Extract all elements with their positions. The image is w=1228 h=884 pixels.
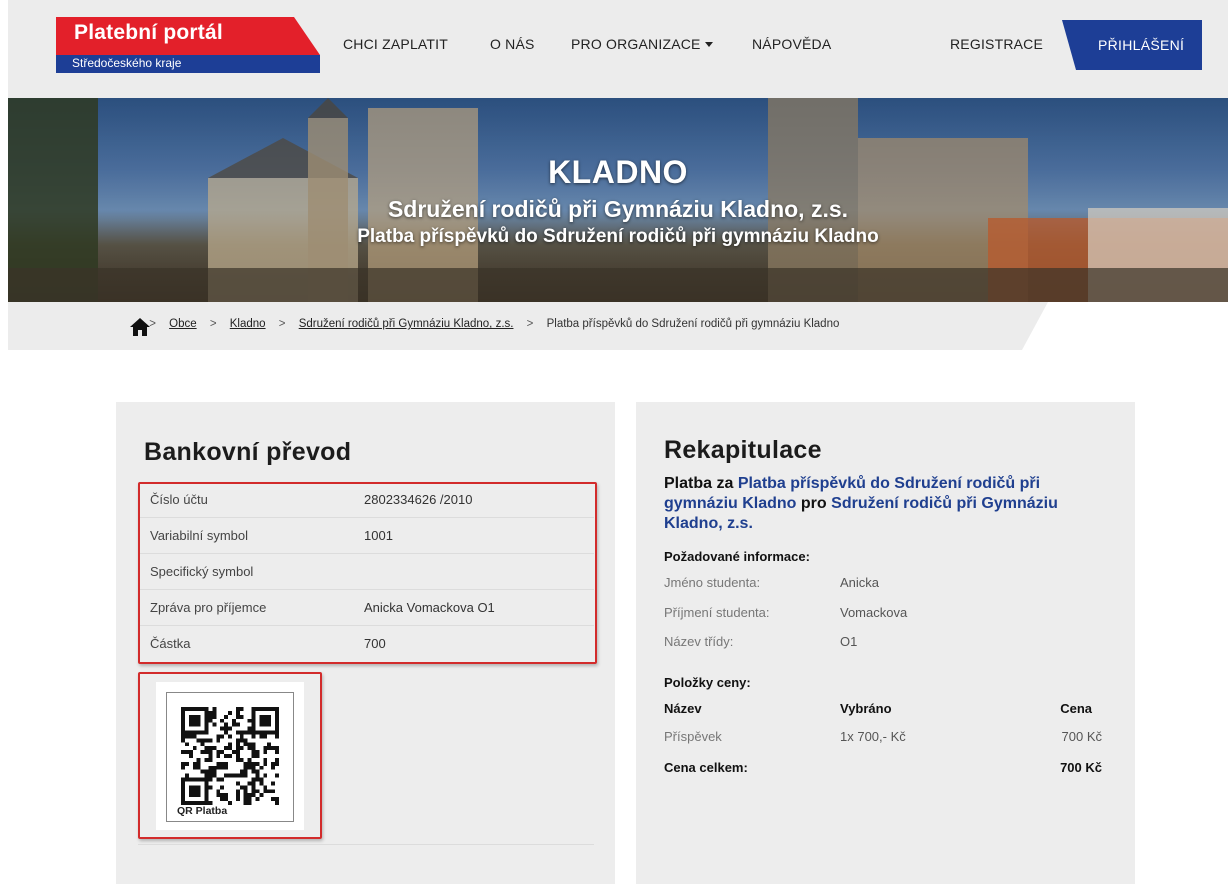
portal-logo[interactable]: Platební portál Středočeského kraje	[56, 17, 320, 73]
nav-registrace[interactable]: REGISTRACE	[950, 36, 1043, 52]
class-name-value: O1	[840, 634, 858, 649]
divider	[138, 844, 594, 845]
total-value: 700 Kč	[1060, 760, 1102, 775]
breadcrumb-separator: >	[278, 318, 286, 330]
required-info-title: Požadované informace:	[664, 549, 810, 564]
total-label: Cena celkem:	[664, 760, 748, 775]
price-header-selected: Vybráno	[840, 701, 892, 716]
nav-pro-organizace-label: PRO ORGANIZACE	[571, 36, 701, 52]
student-last-name-label: Příjmení studenta:	[664, 605, 770, 620]
price-item-selected: 1x 700,- Kč	[840, 729, 906, 744]
breadcrumb: > Obce > Kladno > Sdružení rodičů při Gy…	[8, 302, 1228, 350]
qr-highlight	[138, 672, 322, 839]
logo-subtitle: Středočeského kraje	[72, 56, 182, 70]
nav-pro-organizace[interactable]: PRO ORGANIZACE	[571, 36, 713, 52]
info-row: Jméno studenta: Anicka	[664, 575, 879, 590]
student-last-name-value: Vomackova	[840, 605, 908, 620]
recap-title: Rekapitulace	[664, 436, 822, 464]
login-button[interactable]: PŘIHLÁŠENÍ	[1062, 20, 1202, 70]
breadcrumb-kladno[interactable]: Kladno	[230, 318, 266, 330]
hero-subtitle-organization: Sdružení rodičů při Gymnáziu Kladno, z.s…	[387, 196, 849, 222]
price-item-name: Příspěvek	[664, 729, 722, 744]
nav-napoveda[interactable]: NÁPOVĚDA	[752, 36, 831, 52]
price-header-price: Cena	[1060, 701, 1092, 716]
price-item-price: 700 Kč	[1061, 729, 1102, 744]
student-first-name-value: Anicka	[840, 575, 880, 590]
price-items-title: Položky ceny:	[664, 675, 751, 690]
breadcrumb-separator: >	[209, 318, 217, 330]
hero-title: KLADNO	[548, 154, 688, 190]
hero-banner: KLADNO Sdružení rodičů při Gymnáziu Klad…	[8, 98, 1228, 302]
logo-title: Platební portál	[74, 21, 223, 44]
breadcrumb-organization[interactable]: Sdružení rodičů při Gymnáziu Kladno, z.s…	[299, 318, 514, 330]
recap-panel: Rekapitulace Platba za Platba příspěvků …	[636, 402, 1135, 884]
hero-subtitle-payment: Platba příspěvků do Sdružení rodičů při …	[357, 226, 879, 247]
breadcrumb-obce[interactable]: Obce	[169, 318, 197, 330]
recap-summary: Platba za Platba příspěvků do Sdružení r…	[664, 474, 1114, 534]
nav-chci-zaplatit[interactable]: CHCI ZAPLATIT	[343, 36, 448, 52]
student-first-name-label: Jméno studenta:	[664, 575, 761, 590]
bank-details-highlight	[138, 482, 597, 664]
bank-transfer-panel: Bankovní převod Číslo účtu 2802334626 /2…	[116, 402, 615, 884]
price-header-name: Název	[664, 701, 702, 716]
breadcrumb-separator: >	[149, 318, 156, 330]
info-row: Příjmení studenta: Vomackova	[664, 605, 907, 620]
info-row: Název třídy: O1	[664, 634, 857, 649]
recap-prefix: Platba za	[664, 475, 734, 492]
bank-transfer-title: Bankovní převod	[144, 438, 352, 466]
class-name-label: Název třídy:	[664, 634, 734, 649]
recap-mid: pro	[800, 495, 827, 512]
site-header: Platební portál Středočeského kraje CHCI…	[8, 0, 1228, 98]
chevron-down-icon	[704, 41, 713, 47]
breadcrumb-current: Platba příspěvků do Sdružení rodičů při …	[546, 318, 840, 330]
breadcrumb-separator: >	[526, 318, 534, 330]
login-label: PŘIHLÁŠENÍ	[1098, 37, 1185, 53]
breadcrumb-trail: > Obce > Kladno > Sdružení rodičů při Gy…	[130, 318, 840, 336]
nav-o-nas[interactable]: O NÁS	[490, 36, 535, 52]
